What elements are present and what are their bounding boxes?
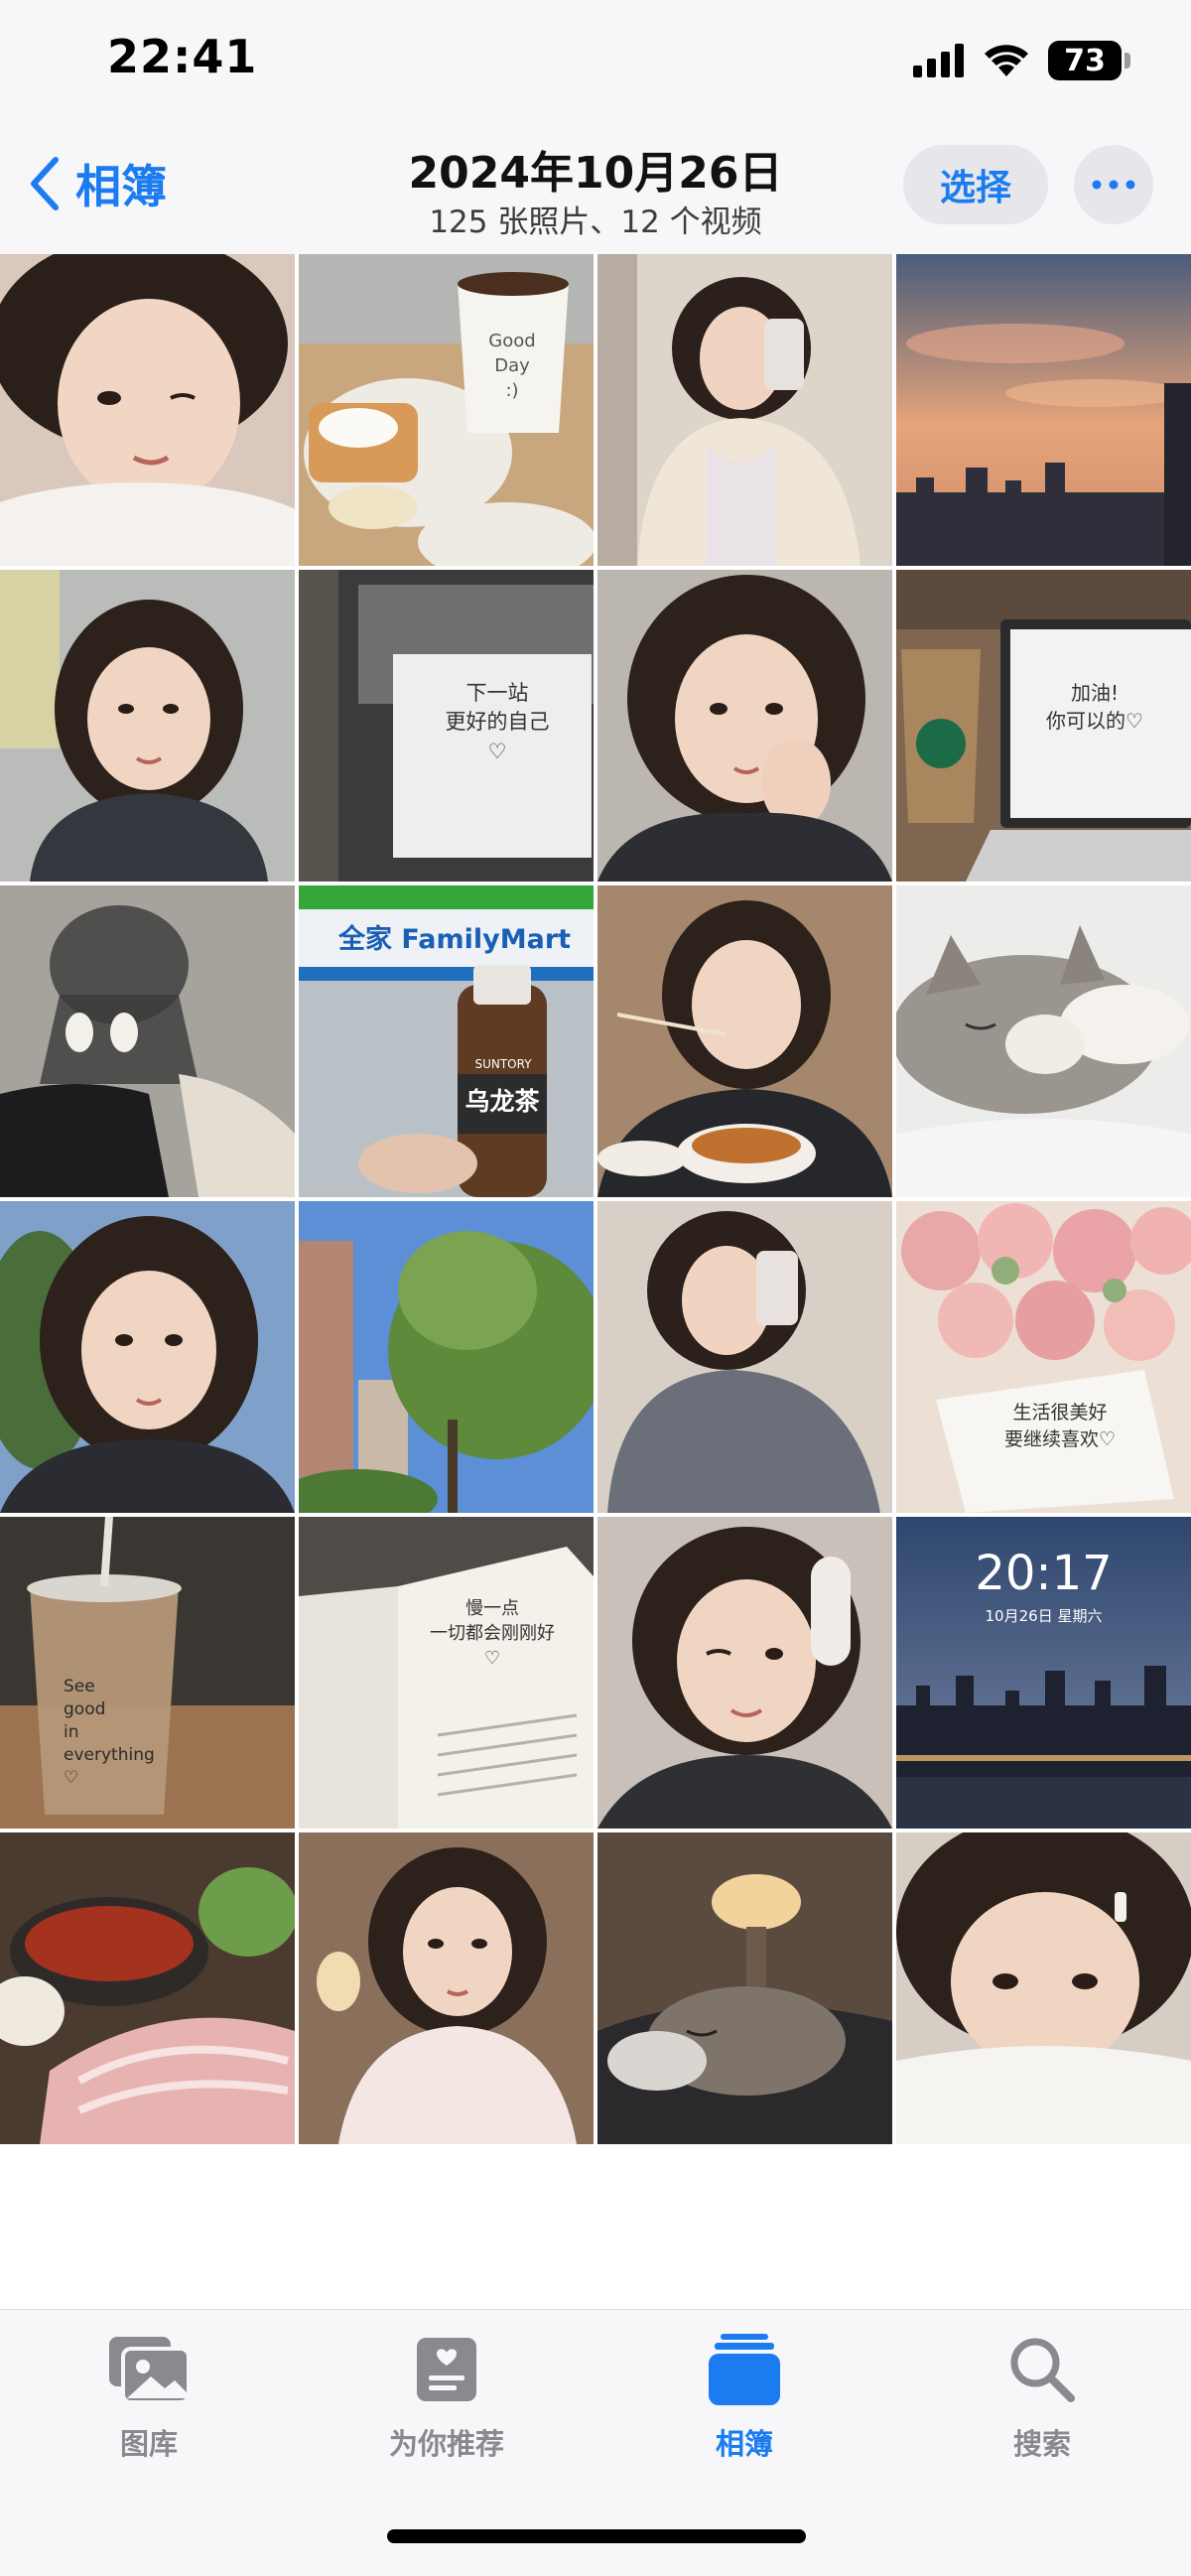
photo-thumbnail[interactable] (0, 254, 295, 566)
cup-text: Good Day :) (488, 331, 536, 402)
nav-bar: 相簿 2024年10月26日 125 张照片、12 个视频 选择 (0, 119, 1191, 254)
photo-thumbnail[interactable] (896, 1832, 1191, 2144)
sunset-image (896, 254, 1191, 566)
cellular-signal-icon (913, 44, 964, 77)
shadow-shoes-image (0, 885, 295, 1197)
mirror-selfie-image (597, 1201, 892, 1513)
photo-thumbnail[interactable] (0, 1201, 295, 1513)
hotpot-image (0, 1832, 295, 2144)
tab-for-you[interactable]: 为你推荐 (298, 2330, 596, 2469)
photo-thumbnail[interactable]: Good Day :) (299, 254, 594, 566)
wifi-icon (985, 45, 1028, 76)
tab-label: 为你推荐 (388, 2427, 504, 2461)
select-button[interactable]: 选择 (903, 145, 1048, 224)
photos-icon (107, 2330, 191, 2409)
eating-image (597, 885, 892, 1197)
bottle-brand-text: SUNTORY (474, 1057, 532, 1071)
photo-thumbnail[interactable]: 慢一点 一切都会刚刚好 ♡ (299, 1517, 594, 1829)
tab-label: 搜索 (1012, 2427, 1071, 2461)
photo-thumbnail[interactable]: 生活很美好 要继续喜欢♡ (896, 1201, 1191, 1513)
store-sign-text: 全家 FamilyMart (338, 924, 572, 955)
trees-building-image (299, 1201, 594, 1513)
battery-icon: 73 (1048, 41, 1130, 80)
lockscreen-date: 10月26日 星期六 (985, 1607, 1103, 1625)
card-text: 生活很美好 要继续喜欢♡ (1003, 1402, 1117, 1450)
cup-text: See good in everything ♡ (64, 1677, 155, 1788)
home-indicator[interactable] (387, 2529, 806, 2543)
peeking-selfie-image (896, 1832, 1191, 2144)
mirror-selfie-image (597, 254, 892, 566)
more-button[interactable] (1074, 145, 1153, 224)
outdoor-selfie-image (0, 1201, 295, 1513)
status-bar: 22:41 73 (0, 0, 1191, 119)
cat-bed-image (597, 1832, 892, 2144)
laptop-screen-text: 加油! 你可以的♡ (1046, 681, 1143, 733)
status-time: 22:41 (107, 30, 258, 83)
photo-grid: Good Day :) 下一站 更好的自己 ♡ 加油! 你可以的♡ 全家 Fam… (0, 254, 1191, 2144)
photo-thumbnail[interactable] (597, 1832, 892, 2144)
search-icon (1000, 2330, 1084, 2409)
photo-thumbnail[interactable]: 加油! 你可以的♡ (896, 570, 1191, 881)
cat-image (896, 885, 1191, 1197)
photo-thumbnail[interactable] (299, 1201, 594, 1513)
ellipsis-icon (1092, 180, 1135, 190)
photo-thumbnail[interactable] (0, 885, 295, 1197)
headphones-selfie-image (597, 1517, 892, 1829)
subway-selfie-image (0, 570, 295, 881)
bedroom-selfie-image (299, 1832, 594, 2144)
tab-label: 相簿 (715, 2427, 773, 2461)
photo-thumbnail[interactable] (896, 254, 1191, 566)
book-image (299, 1517, 594, 1829)
selfie-image (597, 570, 892, 881)
photo-thumbnail[interactable]: 全家 FamilyMart SUNTORY 乌龙茶 (299, 885, 594, 1197)
albums-icon (703, 2330, 786, 2409)
tab-label: 图库 (119, 2427, 178, 2461)
photo-thumbnail[interactable] (597, 570, 892, 881)
photo-thumbnail[interactable] (299, 1832, 594, 2144)
status-icons: 73 (913, 36, 1130, 85)
photo-thumbnail[interactable] (597, 1517, 892, 1829)
window-note-text: 下一站 更好的自己 ♡ (445, 681, 550, 763)
bottle-label-text: 乌龙茶 (464, 1087, 540, 1116)
breakfast-image (299, 254, 594, 566)
photo-thumbnail[interactable]: 20:17 10月26日 星期六 (896, 1517, 1191, 1829)
tab-albums[interactable]: 相簿 (596, 2330, 893, 2469)
photo-thumbnail[interactable] (896, 885, 1191, 1197)
photo-thumbnail[interactable]: 下一站 更好的自己 ♡ (299, 570, 594, 881)
tab-search[interactable]: 搜索 (893, 2330, 1191, 2469)
photo-thumbnail[interactable] (597, 1201, 892, 1513)
photo-thumbnail[interactable] (0, 1832, 295, 2144)
for-you-icon (405, 2330, 488, 2409)
photo-thumbnail[interactable] (597, 254, 892, 566)
book-note-text: 慢一点 一切都会刚刚好 ♡ (430, 1598, 555, 1670)
lockscreen-time: 20:17 (975, 1546, 1113, 1601)
photo-thumbnail[interactable] (597, 885, 892, 1197)
roses-image (896, 1201, 1191, 1513)
tab-library[interactable]: 图库 (0, 2330, 298, 2469)
selfie-image (0, 254, 295, 566)
photo-thumbnail[interactable] (0, 570, 295, 881)
photo-thumbnail[interactable]: See good in everything ♡ (0, 1517, 295, 1829)
